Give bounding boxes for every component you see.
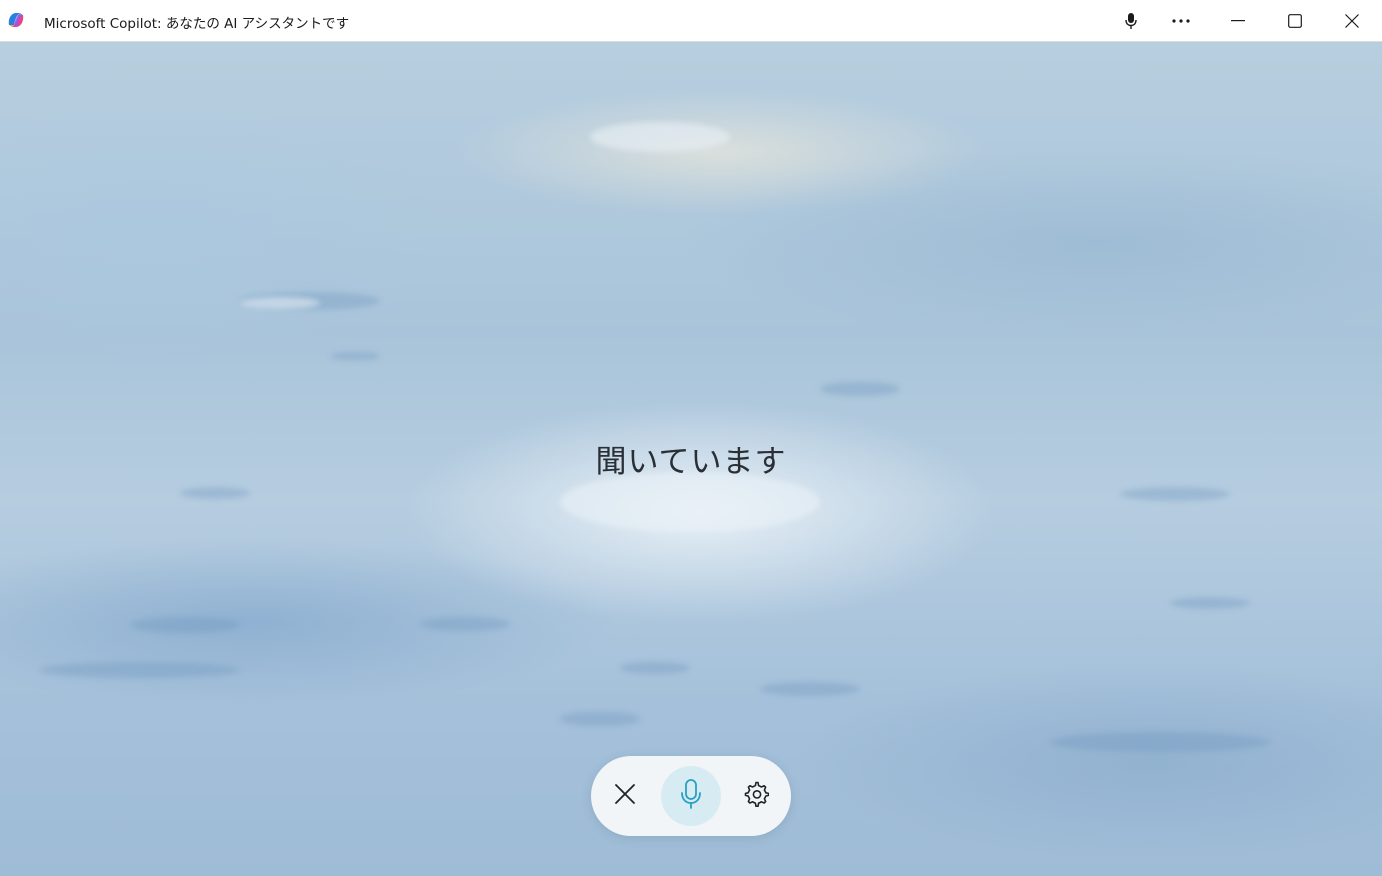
- water-ripple: [1050, 732, 1270, 752]
- gear-icon: [743, 781, 770, 811]
- window-title: Microsoft Copilot: あなたの AI アシスタントです: [44, 16, 350, 32]
- water-highlight: [240, 297, 320, 309]
- water-ripple: [760, 682, 860, 696]
- water-ripple: [560, 712, 640, 726]
- more-options-icon: [1171, 18, 1191, 24]
- titlebar-microphone-button[interactable]: [1112, 0, 1150, 42]
- close-icon: [1345, 14, 1359, 28]
- water-ripple: [40, 662, 240, 678]
- copilot-logo-icon: [5, 9, 27, 31]
- water-ripple: [1170, 597, 1250, 609]
- water-ripple: [180, 487, 250, 499]
- water-ripple: [620, 662, 690, 674]
- water-ripple: [420, 617, 510, 631]
- water-highlight: [560, 472, 820, 532]
- microphone-toggle-button[interactable]: [661, 766, 721, 826]
- maximize-icon: [1288, 14, 1302, 28]
- microphone-icon: [1124, 12, 1138, 30]
- voice-control-bar: [591, 756, 791, 836]
- water-ripple: [820, 382, 900, 396]
- more-options-button[interactable]: [1160, 0, 1202, 42]
- water-ripple: [330, 352, 380, 360]
- water-ripple: [1120, 487, 1230, 501]
- title-bar: Microsoft Copilot: あなたの AI アシスタントです: [0, 0, 1382, 42]
- minimize-icon: [1231, 20, 1245, 22]
- water-ripple: [130, 617, 240, 633]
- close-icon: [614, 783, 636, 809]
- copilot-window: Microsoft Copilot: あなたの AI アシスタントです 聞いてい…: [0, 0, 1382, 876]
- microphone-icon: [678, 778, 704, 814]
- water-background: 聞いています: [0, 42, 1382, 876]
- maximize-button[interactable]: [1267, 0, 1323, 42]
- stop-voice-button[interactable]: [605, 776, 645, 816]
- close-window-button[interactable]: [1324, 0, 1380, 42]
- voice-settings-button[interactable]: [736, 776, 776, 816]
- listening-status-text: 聞いています: [595, 444, 787, 480]
- minimize-button[interactable]: [1210, 0, 1266, 42]
- water-highlight: [590, 122, 730, 152]
